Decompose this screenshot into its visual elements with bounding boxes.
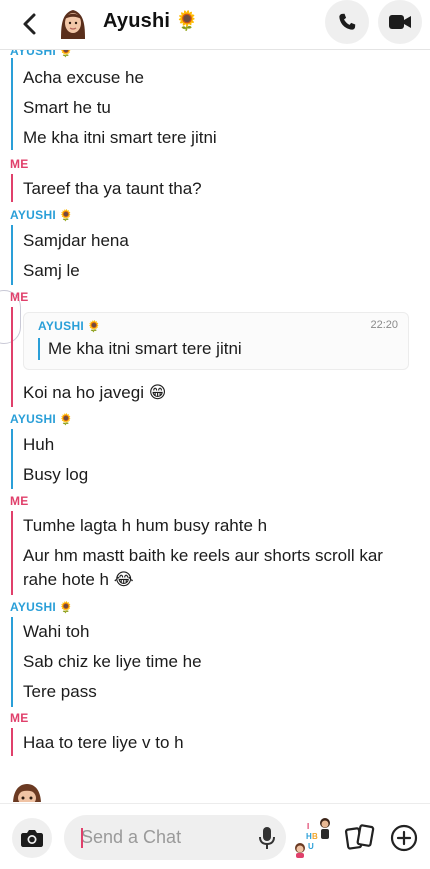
chat-composer: I H B U — [0, 803, 430, 869]
message-text[interactable]: Smart he tu — [23, 97, 423, 119]
cards-icon[interactable] — [344, 823, 376, 853]
microphone-icon[interactable] — [259, 826, 275, 850]
camera-button[interactable] — [12, 818, 52, 858]
bitmoji-sticker-icon[interactable]: I H B U — [292, 816, 334, 858]
quoted-timestamp: 22:20 — [370, 319, 398, 331]
typing-bitmoji-icon — [13, 784, 41, 802]
sender-bar-ayushi — [11, 617, 13, 707]
sender-bar-ayushi — [11, 225, 13, 285]
message-text[interactable]: Tere pass — [23, 681, 423, 703]
plus-icon[interactable] — [390, 824, 418, 852]
sender-label-ayushi: AYUSHI 🌻 — [10, 600, 74, 614]
sunflower-emoji: 🌻 — [175, 11, 199, 32]
bitmoji-avatar-icon[interactable] — [56, 5, 90, 39]
quoted-bar — [38, 338, 40, 360]
sender-label-me: ME — [10, 290, 29, 304]
chat-header: Ayushi 🌻 — [0, 0, 430, 50]
svg-text:B: B — [312, 832, 318, 841]
svg-text:I: I — [307, 822, 309, 831]
message-text[interactable]: Huh — [23, 434, 423, 456]
sender-bar-me — [11, 307, 13, 407]
svg-text:U: U — [308, 842, 314, 851]
message-text[interactable]: Aur hm mastt baith ke reels aur shorts s… — [23, 545, 423, 567]
sender-bar-me — [11, 511, 13, 595]
video-call-button[interactable] — [378, 0, 422, 44]
camera-icon — [21, 830, 43, 847]
sender-label-me: ME — [10, 494, 29, 508]
message-text[interactable]: Busy log — [23, 464, 423, 486]
message-feed[interactable]: AYUSHI 🌻 Acha excuse he Smart he tu Me kh… — [0, 50, 430, 802]
sender-bar-ayushi — [11, 58, 13, 150]
sender-label-ayushi: AYUSHI 🌻 — [10, 208, 74, 222]
sender-label-me: ME — [10, 157, 29, 171]
sender-bar-me — [11, 728, 13, 756]
message-text[interactable]: Tareef tha ya taunt tha? — [23, 178, 423, 200]
video-camera-icon — [389, 15, 411, 29]
message-text[interactable]: Acha excuse he — [23, 67, 423, 89]
contact-name[interactable]: Ayushi 🌻 — [103, 9, 199, 33]
quoted-reply-card[interactable]: AYUSHI 🌻 22:20 Me kha itni smart tere jit… — [23, 312, 409, 370]
chat-input[interactable] — [64, 815, 286, 860]
message-text[interactable]: Koi na ho javegi 😁 — [23, 382, 423, 404]
quoted-sender-name: AYUSHI 🌻 — [38, 319, 102, 333]
message-text[interactable]: Me kha itni smart tere jitni — [23, 127, 423, 149]
quoted-text: Me kha itni smart tere jitni — [48, 339, 242, 358]
message-text[interactable]: Wahi toh — [23, 621, 423, 643]
sender-label-ayushi: AYUSHI 🌻 — [10, 412, 74, 426]
sender-label-ayushi: AYUSHI 🌻 — [10, 50, 74, 58]
sender-bar-me — [11, 174, 13, 202]
phone-icon — [339, 13, 356, 30]
message-text[interactable]: Tumhe lagta h hum busy rahte h — [23, 515, 423, 537]
message-text[interactable]: Sab chiz ke liye time he — [23, 651, 423, 673]
sender-bar-ayushi — [11, 429, 13, 489]
text-caret — [81, 828, 83, 848]
back-chevron-icon[interactable] — [16, 10, 44, 38]
contact-name-text: Ayushi — [103, 10, 171, 32]
call-button[interactable] — [325, 0, 369, 44]
message-text[interactable]: Samjdar hena — [23, 230, 423, 252]
message-text[interactable]: Samj le — [23, 260, 423, 282]
message-text[interactable]: Haa to tere liye v to h — [23, 732, 423, 754]
message-text[interactable]: rahe hote h 😂 — [23, 569, 423, 591]
sender-label-me: ME — [10, 711, 29, 725]
